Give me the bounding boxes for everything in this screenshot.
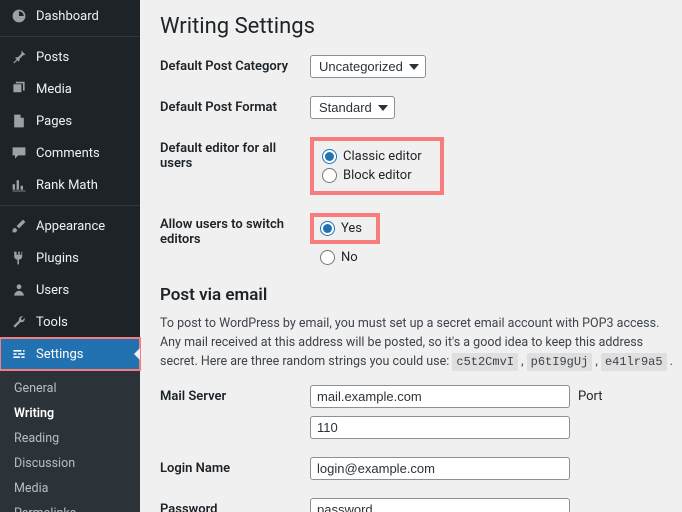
sidebar-item-label: Users — [36, 283, 69, 298]
wrench-icon — [10, 313, 28, 331]
radio-label: Classic editor — [343, 149, 422, 164]
sidebar-item-label: Settings — [36, 347, 83, 362]
sidebar-item-label: Comments — [36, 146, 100, 161]
submenu-item-discussion[interactable]: Discussion — [0, 451, 140, 476]
comment-icon — [10, 144, 28, 162]
sidebar-item-rankmath[interactable]: Rank Math — [0, 169, 140, 201]
post-via-email-desc: To post to WordPress by email, you must … — [160, 315, 682, 371]
sidebar-item-label: Plugins — [36, 251, 79, 266]
dashboard-icon — [10, 7, 28, 25]
sidebar-item-label: Tools — [36, 315, 68, 330]
sidebar-item-dashboard[interactable]: Dashboard — [0, 0, 140, 32]
settings-submenu: General Writing Reading Discussion Media… — [0, 370, 140, 512]
radio-no-input[interactable] — [320, 250, 335, 265]
default-format-label: Default Post Format — [160, 96, 310, 115]
submenu-item-general[interactable]: General — [0, 376, 140, 401]
brush-icon — [10, 217, 28, 235]
users-icon — [10, 281, 28, 299]
editor-highlight: Classic editor Block editor — [310, 137, 444, 195]
radio-switch-yes[interactable]: Yes — [320, 219, 362, 238]
sidebar-item-comments[interactable]: Comments — [0, 137, 140, 169]
switch-highlight: Yes — [310, 213, 380, 244]
sidebar-item-posts[interactable]: Posts — [0, 41, 140, 73]
sidebar-item-users[interactable]: Users — [0, 274, 140, 306]
radio-block-input[interactable] — [322, 168, 337, 183]
radio-block-editor[interactable]: Block editor — [322, 166, 422, 185]
sidebar-item-appearance[interactable]: Appearance — [0, 210, 140, 242]
default-category-select[interactable]: Uncategorized — [310, 55, 426, 78]
sidebar-item-media[interactable]: Media — [0, 73, 140, 105]
sidebar-item-settings[interactable]: Settings — [0, 338, 140, 370]
post-via-email-heading: Post via email — [160, 285, 682, 305]
default-editor-label: Default editor for all users — [160, 137, 310, 171]
radio-classic-editor[interactable]: Classic editor — [322, 147, 422, 166]
radio-label: Yes — [341, 221, 362, 236]
sidebar-item-tools[interactable]: Tools — [0, 306, 140, 338]
sidebar-item-label: Appearance — [36, 219, 105, 234]
chart-icon — [10, 176, 28, 194]
submenu-item-writing[interactable]: Writing — [0, 401, 140, 426]
radio-label: No — [341, 250, 358, 265]
admin-sidebar: Dashboard Posts Media Pages Comments R — [0, 0, 140, 512]
radio-yes-input[interactable] — [320, 221, 335, 236]
sidebar-item-label: Media — [36, 82, 72, 97]
submenu-item-permalinks[interactable]: Permalinks — [0, 501, 140, 512]
login-name-label: Login Name — [160, 457, 310, 476]
sidebar-item-label: Pages — [36, 114, 72, 129]
submenu-item-media[interactable]: Media — [0, 476, 140, 501]
port-label: Port — [578, 389, 603, 404]
plug-icon — [10, 249, 28, 267]
submenu-item-reading[interactable]: Reading — [0, 426, 140, 451]
sidebar-item-label: Posts — [36, 50, 69, 65]
sidebar-item-pages[interactable]: Pages — [0, 105, 140, 137]
page-icon — [10, 112, 28, 130]
sliders-icon — [10, 345, 28, 363]
sidebar-item-label: Dashboard — [36, 9, 99, 24]
radio-switch-no[interactable]: No — [310, 248, 358, 267]
radio-label: Block editor — [343, 168, 412, 183]
password-label: Password — [160, 498, 310, 512]
pin-icon — [10, 48, 28, 66]
allow-switch-label: Allow users to switch editors — [160, 213, 310, 247]
sidebar-item-label: Rank Math — [36, 178, 98, 193]
default-category-label: Default Post Category — [160, 55, 310, 74]
password-input[interactable] — [310, 498, 570, 512]
login-name-input[interactable] — [310, 457, 570, 480]
media-icon — [10, 80, 28, 98]
mail-server-label: Mail Server — [160, 385, 310, 404]
radio-classic-input[interactable] — [322, 149, 337, 164]
sidebar-item-plugins[interactable]: Plugins — [0, 242, 140, 274]
main-content: Writing Settings Default Post Category U… — [140, 0, 682, 512]
port-input[interactable] — [310, 416, 570, 439]
page-title: Writing Settings — [160, 14, 682, 39]
default-format-select[interactable]: Standard — [310, 96, 395, 119]
mail-server-input[interactable] — [310, 385, 570, 408]
